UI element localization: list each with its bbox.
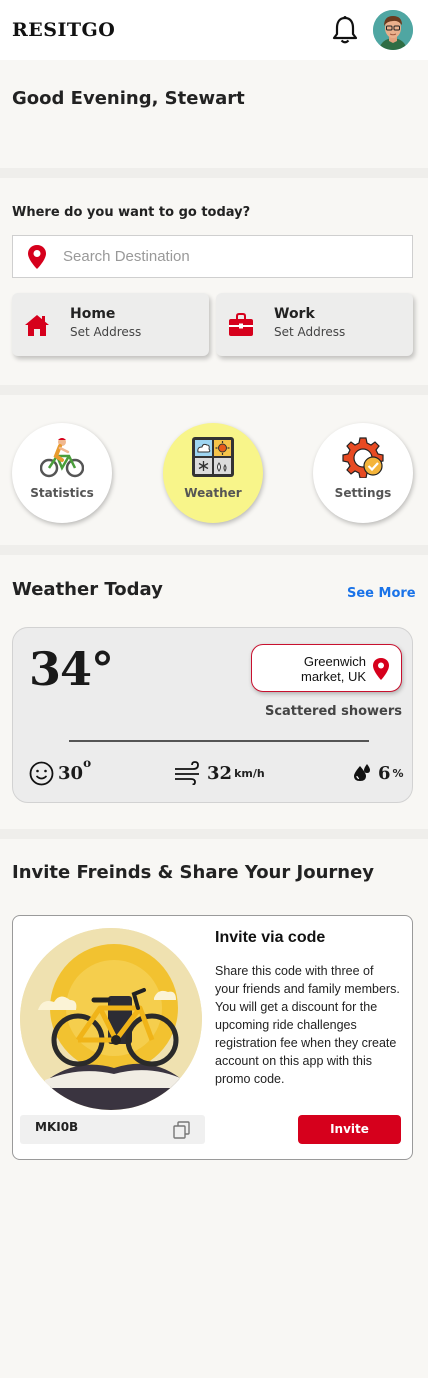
- weather-section: Weather Today See More 34° Greenwich mar…: [0, 555, 428, 829]
- location-text: Greenwich market, UK: [300, 654, 366, 684]
- home-address-button[interactable]: Home Set Address: [12, 293, 209, 356]
- humidity-drop-icon: [354, 764, 370, 781]
- invite-button[interactable]: Invite: [298, 1115, 401, 1144]
- destination-section: Where do you want to go today? Search De…: [0, 178, 428, 386]
- weather-title: Weather Today: [12, 579, 163, 600]
- weather-grid-icon: [192, 437, 234, 477]
- location-pin-icon: [373, 658, 389, 680]
- humidity-value: 6: [378, 762, 391, 784]
- settings-gear-icon: [342, 437, 384, 478]
- feels-like-value: 30: [58, 762, 84, 784]
- wind-unit: km/h: [234, 766, 265, 780]
- briefcase-icon: [229, 313, 253, 336]
- work-title: Work: [274, 306, 315, 322]
- section-divider: [0, 545, 428, 555]
- home-title: Home: [70, 306, 116, 322]
- destination-question: Where do you want to go today?: [12, 205, 251, 220]
- greeting-section: Good Evening, Stewart: [0, 60, 428, 168]
- promo-code-text: MKI0B: [35, 1120, 79, 1134]
- location-chip[interactable]: Greenwich market, UK: [251, 644, 402, 692]
- invite-card-body: Share this code with three of your frien…: [215, 964, 400, 1086]
- weather-button[interactable]: Weather: [163, 423, 263, 523]
- home-icon: [25, 315, 49, 336]
- search-destination-input[interactable]: Search Destination: [12, 235, 413, 278]
- weather-condition: Scattered showers: [264, 704, 402, 719]
- temperature-value: 34°: [29, 642, 114, 696]
- home-subtitle: Set Address: [70, 325, 142, 339]
- bicycle-illustration: [20, 928, 202, 1110]
- statistics-button[interactable]: Statistics: [12, 423, 112, 523]
- bell-icon[interactable]: [331, 15, 359, 45]
- feels-like-stat: 30 o: [29, 756, 92, 788]
- section-divider: [0, 385, 428, 395]
- cyclist-icon: [40, 438, 84, 478]
- invite-card-title: Invite via code: [215, 929, 326, 946]
- settings-label: Settings: [334, 486, 392, 500]
- smiley-icon: [29, 761, 54, 785]
- humidity-unit: %: [392, 766, 404, 780]
- weather-divider: [69, 740, 369, 742]
- app-header: RESITGO: [0, 0, 428, 60]
- invite-card: Invite via code Share this code with thr…: [12, 915, 413, 1160]
- wind-icon: [175, 761, 199, 785]
- weather-label: Weather: [184, 486, 242, 500]
- app-logo: RESITGO: [12, 19, 116, 41]
- degree-symbol: o: [83, 756, 92, 770]
- search-placeholder: Search Destination: [63, 248, 190, 265]
- settings-button[interactable]: Settings: [313, 423, 413, 523]
- copy-icon[interactable]: [172, 1120, 192, 1140]
- see-more-link[interactable]: See More: [347, 586, 416, 601]
- promo-code-box[interactable]: MKI0B: [20, 1115, 205, 1144]
- wind-value: 32: [207, 762, 233, 784]
- wind-stat: 32 km/h: [173, 758, 265, 788]
- quick-actions-section: Statistics Weather Settings: [0, 395, 428, 545]
- location-pin-icon: [28, 244, 46, 269]
- humidity-stat: 6 %: [352, 758, 404, 788]
- work-subtitle: Set Address: [274, 325, 346, 339]
- statistics-label: Statistics: [30, 486, 94, 500]
- section-divider: [0, 168, 428, 178]
- user-avatar[interactable]: [373, 10, 413, 50]
- invite-section: Invite Freinds & Share Your Journey Invi…: [0, 838, 428, 1378]
- greeting-text: Good Evening, Stewart: [12, 88, 245, 109]
- weather-card: 34° Greenwich market, UK Scattered showe…: [12, 627, 413, 803]
- invite-section-title: Invite Freinds & Share Your Journey: [12, 862, 375, 883]
- work-address-button[interactable]: Work Set Address: [216, 293, 413, 356]
